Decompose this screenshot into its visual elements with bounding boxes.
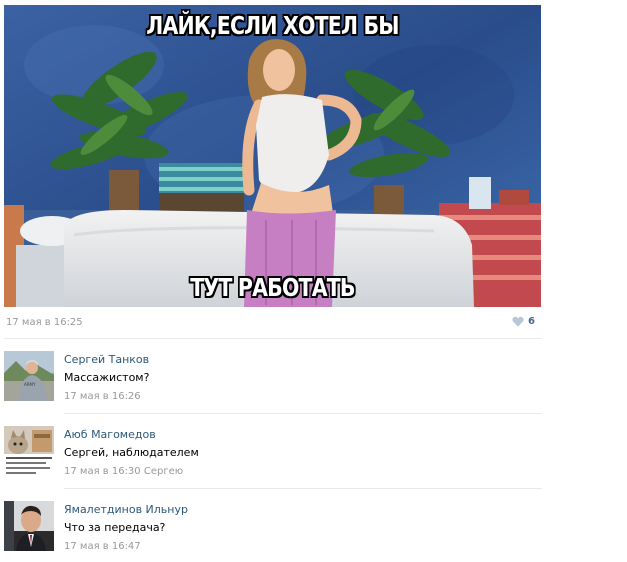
avatar[interactable] — [4, 426, 54, 476]
comment-author[interactable]: Ямалетдинов Ильнур — [64, 503, 188, 516]
comment-text: Что за передача? — [64, 521, 166, 534]
comment-date-link[interactable]: 17 мая в 16:30 — [64, 466, 141, 477]
post-meta: 17 мая в 16:25 6 — [4, 313, 541, 333]
like-count: 6 — [528, 316, 535, 327]
reply-to-link[interactable]: Сергею — [144, 466, 183, 477]
heart-icon — [512, 316, 524, 327]
comment-time: 17 мая в 16:30 Сергею — [64, 466, 183, 477]
comment-text: Массажистом? — [64, 371, 150, 384]
comment-author[interactable]: Аюб Магомедов — [64, 428, 156, 441]
comment-author[interactable]: Сергей Танков — [64, 353, 149, 366]
comment-item: ARMY Сергей Танков Массажистом? 17 мая в… — [4, 351, 544, 421]
comment-date-link[interactable]: 17 мая в 16:47 — [64, 541, 141, 552]
post-photo[interactable]: ЛАЙК,ЕСЛИ ХОТЕЛ БЫ ТУТ РАБОТАТЬ — [4, 5, 541, 307]
comment-time: 17 мая в 16:47 — [64, 541, 141, 552]
divider — [4, 338, 542, 339]
avatar[interactable] — [4, 501, 54, 551]
comment-text: Сергей, наблюдателем — [64, 446, 199, 459]
divider — [64, 488, 542, 489]
comment-time: 17 мая в 16:26 — [64, 391, 141, 402]
meme-caption-bottom: ТУТ РАБОТАТЬ — [190, 273, 355, 302]
svg-text:ARMY: ARMY — [24, 382, 36, 387]
meme-caption-top: ЛАЙК,ЕСЛИ ХОТЕЛ БЫ — [146, 11, 399, 40]
comment-date-link[interactable]: 17 мая в 16:26 — [64, 391, 141, 402]
post-date[interactable]: 17 мая в 16:25 — [6, 317, 83, 328]
avatar[interactable]: ARMY — [4, 351, 54, 401]
photo-scene — [4, 5, 541, 307]
comment-item: Ямалетдинов Ильнур Что за передача? 17 м… — [4, 501, 544, 562]
divider — [64, 413, 542, 414]
like-button[interactable]: 6 — [512, 316, 535, 327]
comment-item: Аюб Магомедов Сергей, наблюдателем 17 ма… — [4, 426, 544, 496]
